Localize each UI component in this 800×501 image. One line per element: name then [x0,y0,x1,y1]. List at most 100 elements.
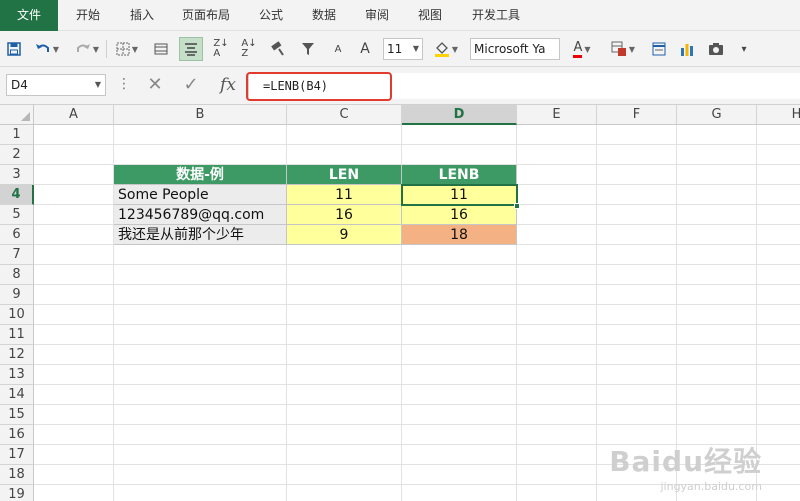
tab-file[interactable]: 文件 [0,0,58,31]
grid-cell[interactable] [114,345,287,365]
grid-cell[interactable] [34,205,114,225]
row-header-15[interactable]: 15 [0,405,34,425]
grid-cell[interactable] [402,245,517,265]
grid-cell[interactable] [114,465,287,485]
borders-dropdown-icon[interactable]: ▼ [132,45,138,54]
grid-cell[interactable] [287,265,402,285]
more-options-icon[interactable]: ⋮ [117,76,131,92]
grid-cell[interactable] [517,205,597,225]
grid-cell[interactable] [34,445,114,465]
grid-cell[interactable] [757,245,800,265]
column-header-c[interactable]: C [287,105,402,125]
grid-cell[interactable] [34,265,114,285]
table-cell-text[interactable]: 我还是从前那个少年 [114,225,287,245]
table-cell-lenb[interactable]: 16 [402,205,517,225]
grid-cell[interactable] [34,425,114,445]
grid-cell[interactable] [402,145,517,165]
grid-cell[interactable] [757,385,800,405]
row-header-3[interactable]: 3 [0,165,34,185]
form-button[interactable] [648,37,670,61]
grid-cell[interactable] [287,385,402,405]
grid-cell[interactable] [517,445,597,465]
row-header-17[interactable]: 17 [0,445,34,465]
grid-cell[interactable] [757,205,800,225]
row-header-7[interactable]: 7 [0,245,34,265]
grid-cell[interactable] [517,465,597,485]
grid-cell[interactable] [34,305,114,325]
sort-ascending-button[interactable]: Z↓ A [210,37,232,61]
grid-cell[interactable] [677,365,757,385]
column-header-a[interactable]: A [34,105,114,125]
grid-cell[interactable] [34,145,114,165]
grid-cell[interactable] [677,265,757,285]
grid-cell[interactable] [287,365,402,385]
grid-cell[interactable] [114,385,287,405]
table-cell-len[interactable]: 11 [287,185,402,205]
grid-cell[interactable] [402,405,517,425]
grid-cell[interactable] [517,365,597,385]
conditional-format-button[interactable]: ▼ [608,37,638,61]
font-name-select[interactable]: Microsoft Ya [470,38,560,60]
column-header-f[interactable]: F [597,105,677,125]
column-header-b[interactable]: B [114,105,287,125]
grid-cell[interactable] [677,165,757,185]
grid-cell[interactable] [114,245,287,265]
row-header-9[interactable]: 9 [0,285,34,305]
table-header-data-example[interactable]: 数据-例 [114,165,287,185]
grid-cell[interactable] [34,225,114,245]
sort-descending-button[interactable]: A↓ Z [238,37,260,61]
grid-cell[interactable] [517,485,597,501]
grid-cell[interactable] [757,285,800,305]
fill-handle[interactable] [514,203,520,209]
grid-cell[interactable] [757,465,800,485]
grid-cell[interactable] [757,445,800,465]
borders-button[interactable]: ▼ [112,37,142,61]
font-color-dropdown-icon[interactable]: ▼ [584,45,590,54]
row-header-14[interactable]: 14 [0,385,34,405]
grid-cell[interactable] [34,325,114,345]
grid-cell[interactable] [402,305,517,325]
table-cell-len[interactable]: 9 [287,225,402,245]
row-header-2[interactable]: 2 [0,145,34,165]
grid-cell[interactable] [757,425,800,445]
grid-cell[interactable] [757,365,800,385]
grid-cell[interactable] [677,345,757,365]
grid-cell[interactable] [287,405,402,425]
grid-cell[interactable] [757,325,800,345]
row-header-11[interactable]: 11 [0,325,34,345]
grid-cell[interactable] [517,225,597,245]
grid-cell[interactable] [114,405,287,425]
grid-cell[interactable] [402,325,517,345]
grid-cell[interactable] [34,245,114,265]
grid-cell[interactable] [402,125,517,145]
column-header-h[interactable]: H [757,105,800,125]
grid-cell[interactable] [287,285,402,305]
grid-cell[interactable] [114,285,287,305]
grid-cell[interactable] [402,365,517,385]
row-header-1[interactable]: 1 [0,125,34,145]
grid-cell[interactable] [597,225,677,245]
grid-cell[interactable] [517,185,597,205]
redo-button[interactable]: ▼ [72,37,102,61]
row-header-6[interactable]: 6 [0,225,34,245]
grid-cell[interactable] [34,285,114,305]
column-header-e[interactable]: E [517,105,597,125]
grid-cell[interactable] [517,305,597,325]
table-cell-text[interactable]: Some People [114,185,287,205]
grid-cell[interactable] [34,165,114,185]
tab-page-layout[interactable]: 页面布局 [172,0,240,31]
grid-cell[interactable] [597,285,677,305]
grid-cell[interactable] [517,405,597,425]
tab-review[interactable]: 审阅 [352,0,402,31]
grid-cell[interactable] [757,145,800,165]
redo-dropdown-icon[interactable]: ▼ [93,45,99,54]
grid-cell[interactable] [597,405,677,425]
grid-cell[interactable] [757,485,800,501]
grid-cell[interactable] [402,425,517,445]
merge-button[interactable] [150,37,172,61]
grid-cell[interactable] [114,145,287,165]
grid-cell[interactable] [517,245,597,265]
grid-cell[interactable] [34,125,114,145]
grid-cell[interactable] [757,125,800,145]
grid-cell[interactable] [34,465,114,485]
